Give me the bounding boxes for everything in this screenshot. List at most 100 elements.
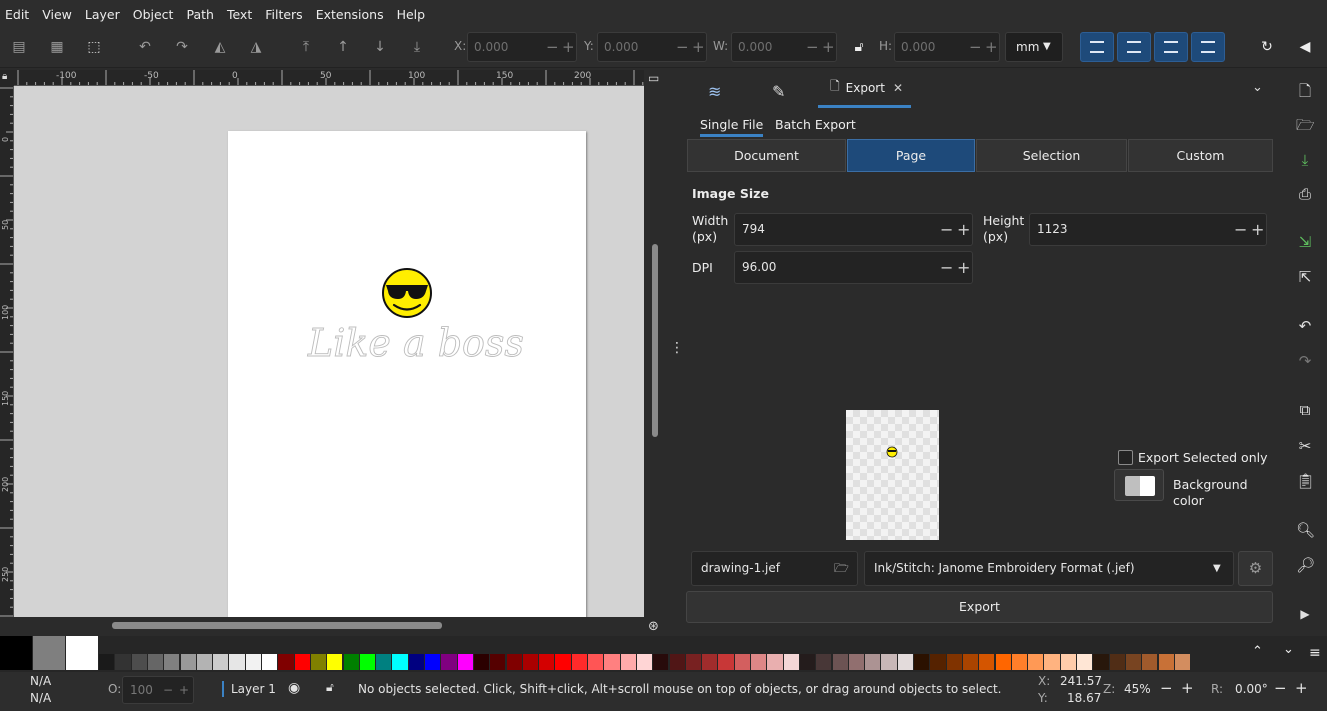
palette-swatch[interactable] xyxy=(180,654,196,670)
w-increment-icon[interactable]: + xyxy=(822,33,835,61)
layer-visibility-eye-icon[interactable]: ◉ xyxy=(288,680,300,696)
palette-swatch[interactable] xyxy=(881,654,897,670)
palette-swatch[interactable] xyxy=(734,654,750,670)
import-icon[interactable]: ⇲ xyxy=(1296,233,1314,251)
layer-name[interactable]: Layer 1 xyxy=(231,682,276,696)
copy-icon[interactable]: ⧉ xyxy=(1296,401,1314,419)
palette-swatch[interactable] xyxy=(1109,654,1125,670)
rotate-ccw-icon[interactable]: − xyxy=(1274,679,1287,697)
cut-scissors-icon[interactable]: ✂ xyxy=(1296,437,1314,455)
height-decrement-icon[interactable]: − xyxy=(1234,214,1247,245)
y-increment-icon[interactable]: + xyxy=(692,33,705,61)
palette-swatch[interactable] xyxy=(522,654,539,670)
canvas[interactable]: Like a boss xyxy=(14,86,644,617)
palette-swatch[interactable] xyxy=(1093,654,1109,670)
x-increment-icon[interactable]: + xyxy=(562,33,575,61)
select-same-icon[interactable]: ▦ xyxy=(48,38,66,56)
tab-export[interactable]: 🗋︎ Export ✕ xyxy=(818,70,911,108)
redo-icon[interactable]: ↷ xyxy=(1296,352,1314,370)
width-decrement-icon[interactable]: − xyxy=(940,214,953,245)
scale-corners-toggle[interactable] xyxy=(1117,32,1151,62)
undo-icon[interactable]: ↶ xyxy=(1296,317,1314,335)
height-increment-icon[interactable]: + xyxy=(1251,214,1264,245)
palette-swatch[interactable] xyxy=(946,654,962,670)
palette-swatch[interactable] xyxy=(588,654,604,670)
export-selected-only-checkbox[interactable] xyxy=(1118,450,1133,465)
select-all-icon[interactable]: ▤ xyxy=(10,38,28,56)
document-page[interactable]: Like a boss xyxy=(228,131,586,617)
palette-swatch[interactable] xyxy=(327,654,343,670)
palette-swatch[interactable] xyxy=(66,636,98,670)
palette-swatch[interactable] xyxy=(669,654,685,670)
menu-path[interactable]: Path xyxy=(181,7,221,22)
area-document-button[interactable]: Document xyxy=(687,139,846,172)
palette-swatch[interactable] xyxy=(1125,654,1142,670)
palette-swatch[interactable] xyxy=(245,654,261,670)
palette-swatch[interactable] xyxy=(848,654,865,670)
palette-swatch[interactable] xyxy=(392,654,408,670)
ruler-horizontal[interactable]: -100 -50 0 50 100 150 200 xyxy=(14,70,644,86)
ruler-vertical[interactable]: 0 50 100 150 200 250 xyxy=(0,86,14,617)
unit-select[interactable]: mm ▼ xyxy=(1005,32,1063,62)
palette-scroll-up-icon[interactable]: ⌃ xyxy=(1252,644,1263,659)
palette-swatch[interactable] xyxy=(147,654,164,670)
stroke-indicator[interactable]: N/A xyxy=(30,691,51,705)
palette-swatch[interactable] xyxy=(33,636,65,670)
scale-stroke-toggle[interactable] xyxy=(1080,32,1114,62)
y-decrement-icon[interactable]: − xyxy=(676,33,689,61)
menu-object[interactable]: Object xyxy=(128,7,182,22)
transform-patterns-toggle[interactable] xyxy=(1191,32,1225,62)
palette-swatch[interactable] xyxy=(213,654,229,670)
rotation-value[interactable]: 0.00° xyxy=(1235,682,1268,696)
palette-swatch[interactable] xyxy=(832,654,848,670)
palette-swatch[interactable] xyxy=(604,654,620,670)
palette-swatch[interactable] xyxy=(376,654,392,670)
palette-swatch[interactable] xyxy=(897,654,913,670)
menu-extensions[interactable]: Extensions xyxy=(311,7,392,22)
palette-swatch[interactable] xyxy=(1158,654,1174,670)
flip-vertical-icon[interactable]: ◮ xyxy=(247,38,265,56)
format-settings-gear-icon[interactable]: ⚙ xyxy=(1238,551,1273,586)
transform-gradients-toggle[interactable] xyxy=(1154,32,1188,62)
palette-swatch[interactable] xyxy=(636,654,653,670)
palette-swatch[interactable] xyxy=(783,654,799,670)
vertical-scrollbar[interactable] xyxy=(652,244,658,437)
export-icon[interactable]: ⇱ xyxy=(1296,268,1314,286)
palette-swatch[interactable] xyxy=(490,654,506,670)
dpi-field[interactable]: 96.00 − + xyxy=(734,251,973,284)
y-field[interactable]: 0.000 − + xyxy=(597,32,707,62)
lock-ratio-icon[interactable]: 🔓︎ xyxy=(850,38,868,56)
export-button[interactable]: Export xyxy=(686,591,1273,623)
height-field[interactable]: 1123 − + xyxy=(1029,213,1267,246)
palette-swatch[interactable] xyxy=(751,654,767,670)
w-field[interactable]: 0.000 − + xyxy=(731,32,837,62)
palette-swatch[interactable] xyxy=(930,654,946,670)
zoom-value[interactable]: 45% xyxy=(1124,682,1151,696)
menu-filters[interactable]: Filters xyxy=(260,7,310,22)
palette-swatch[interactable] xyxy=(718,654,734,670)
area-custom-button[interactable]: Custom xyxy=(1128,139,1273,172)
palette-swatch[interactable] xyxy=(995,654,1011,670)
raise-icon[interactable]: ↑ xyxy=(334,38,352,56)
palette-swatch[interactable] xyxy=(539,654,555,670)
width-field[interactable]: 794 − + xyxy=(734,213,973,246)
palette-swatch[interactable] xyxy=(229,654,245,670)
rotate-cw-icon[interactable]: + xyxy=(1295,679,1308,697)
rotate-cw-icon[interactable]: ↷ xyxy=(173,38,191,56)
x-field[interactable]: 0.000 − + xyxy=(467,32,577,62)
palette-swatch[interactable] xyxy=(653,654,669,670)
palette-swatch[interactable] xyxy=(620,654,636,670)
palette-swatch[interactable] xyxy=(865,654,881,670)
zoom-drawing-icon[interactable]: 🔎︎ xyxy=(1296,556,1315,574)
palette-swatch[interactable] xyxy=(571,654,587,670)
palette-swatch[interactable] xyxy=(425,654,441,670)
palette-swatch[interactable] xyxy=(799,654,816,670)
expand-commands-icon[interactable]: ▶ xyxy=(1296,605,1314,623)
palette-swatch[interactable] xyxy=(343,654,359,670)
save-download-icon[interactable]: ⤓ xyxy=(1296,151,1314,169)
zoom-selection-icon[interactable]: 🔍︎ xyxy=(1296,521,1315,539)
color-managed-icon[interactable]: ⊛ xyxy=(648,619,664,635)
area-page-button[interactable]: Page xyxy=(847,139,975,172)
format-select[interactable]: Ink/Stitch: Janome Embroidery Format (.j… xyxy=(864,551,1234,586)
palette-swatch[interactable] xyxy=(164,654,180,670)
